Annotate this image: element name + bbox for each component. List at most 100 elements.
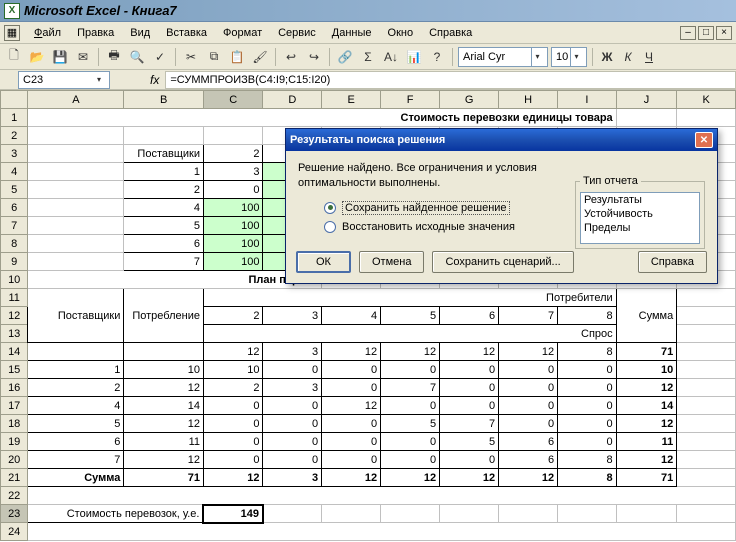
cell[interactable]: 1 [28, 361, 124, 379]
menu-tools[interactable]: Сервис [270, 25, 324, 41]
cell[interactable]: 3 [263, 307, 322, 325]
cell[interactable]: 1 [124, 163, 204, 181]
format-painter-icon[interactable]: 🖌 [250, 47, 270, 67]
help2-icon[interactable]: ? [427, 47, 447, 67]
cell[interactable]: 0 [558, 361, 617, 379]
row-8[interactable]: 8 [1, 235, 28, 253]
chevron-down-icon[interactable]: ▾ [93, 71, 105, 89]
formula-input[interactable]: =СУММПРОИЗВ(C4:I9;C15:I20) [165, 71, 736, 89]
col-B[interactable]: B [124, 91, 204, 109]
new-icon[interactable]: 🗋 [4, 47, 24, 67]
col-H[interactable]: H [499, 91, 558, 109]
cell[interactable]: 12 [616, 379, 677, 397]
row-11[interactable]: 11 [1, 289, 28, 307]
row-17[interactable]: 17 [1, 397, 28, 415]
active-cell[interactable]: 149 [203, 505, 262, 523]
cell[interactable]: 10 [616, 361, 677, 379]
row-22[interactable]: 22 [1, 487, 28, 505]
col-C[interactable]: C [203, 91, 262, 109]
cell[interactable]: 14 [616, 397, 677, 415]
cell[interactable]: 7 [381, 379, 440, 397]
cell[interactable]: 11 [616, 433, 677, 451]
cell[interactable]: 71 [616, 469, 677, 487]
dialog-titlebar[interactable]: Результаты поиска решения ✕ [286, 129, 717, 151]
cell[interactable]: 100 [203, 199, 262, 217]
fx-icon[interactable]: fx [150, 73, 159, 87]
bold-button[interactable]: Ж [598, 47, 616, 67]
list-item[interactable]: Устойчивость [581, 207, 699, 221]
cell[interactable]: 7 [440, 415, 499, 433]
cell[interactable]: 12 [381, 343, 440, 361]
cell[interactable]: 0 [203, 451, 262, 469]
cell[interactable]: 3 [263, 379, 322, 397]
cell[interactable]: 12 [124, 415, 204, 433]
cell[interactable]: 4 [124, 199, 204, 217]
cell[interactable]: 0 [203, 181, 262, 199]
menu-view[interactable]: Вид [122, 25, 158, 41]
col-F[interactable]: F [381, 91, 440, 109]
cell[interactable]: 12 [203, 343, 262, 361]
cell[interactable]: 0 [440, 397, 499, 415]
row-5[interactable]: 5 [1, 181, 28, 199]
cell[interactable]: 0 [381, 361, 440, 379]
cell[interactable]: Потребление [124, 289, 204, 343]
cell[interactable]: 6 [440, 307, 499, 325]
cell[interactable]: 5 [381, 307, 440, 325]
cell[interactable]: 100 [203, 235, 262, 253]
cell[interactable]: 0 [322, 361, 381, 379]
chart-icon[interactable]: 📊 [404, 47, 424, 67]
cell[interactable]: 6 [124, 235, 204, 253]
row-14[interactable]: 14 [1, 343, 28, 361]
cell[interactable]: 71 [124, 469, 204, 487]
row-2[interactable]: 2 [1, 127, 28, 145]
cell[interactable]: 8 [558, 469, 617, 487]
cell[interactable]: 0 [381, 397, 440, 415]
restore-icon[interactable]: □ [698, 26, 714, 40]
col-G[interactable]: G [440, 91, 499, 109]
cell[interactable]: 0 [440, 379, 499, 397]
doc-icon[interactable]: ▦ [4, 25, 20, 41]
cell[interactable]: 14 [124, 397, 204, 415]
cell[interactable]: 0 [203, 397, 262, 415]
cell[interactable]: 2 [203, 379, 262, 397]
cell[interactable]: Поставщики [124, 145, 204, 163]
cell[interactable]: 0 [499, 379, 558, 397]
open-icon[interactable]: 📂 [27, 47, 47, 67]
italic-button[interactable]: К [619, 47, 637, 67]
help-button[interactable]: Справка [638, 251, 707, 273]
row-13[interactable]: 13 [1, 325, 28, 343]
menu-format[interactable]: Формат [215, 25, 270, 41]
close-icon[interactable]: × [716, 26, 732, 40]
cell[interactable]: 2 [203, 145, 262, 163]
cell[interactable]: 12 [322, 343, 381, 361]
cell[interactable]: 3 [263, 343, 322, 361]
cell[interactable]: 0 [322, 415, 381, 433]
mail-icon[interactable]: ✉ [73, 47, 93, 67]
underline-button[interactable]: Ч [640, 47, 658, 67]
cell[interactable]: 0 [440, 451, 499, 469]
cell[interactable]: Сумма [28, 469, 124, 487]
cell[interactable]: 0 [203, 415, 262, 433]
cell[interactable]: 0 [263, 451, 322, 469]
row-19[interactable]: 19 [1, 433, 28, 451]
col-D[interactable]: D [263, 91, 322, 109]
cell[interactable]: 8 [558, 343, 617, 361]
cell[interactable]: 2 [124, 181, 204, 199]
menu-file[interactable]: ФФайлайл [26, 25, 69, 41]
cell[interactable]: 6 [499, 433, 558, 451]
menu-help[interactable]: Справка [421, 25, 480, 41]
cell[interactable]: 0 [499, 415, 558, 433]
cell[interactable]: 0 [322, 379, 381, 397]
cell[interactable]: 12 [616, 451, 677, 469]
cell[interactable]: 3 [263, 469, 322, 487]
row-23[interactable]: 23 [1, 505, 28, 523]
cell[interactable]: 12 [322, 397, 381, 415]
row-4[interactable]: 4 [1, 163, 28, 181]
cell[interactable]: 0 [499, 397, 558, 415]
cell[interactable]: 8 [558, 451, 617, 469]
row-18[interactable]: 18 [1, 415, 28, 433]
font-select[interactable]: Arial Cyr ▾ [458, 47, 548, 67]
report-listbox[interactable]: Результаты Устойчивость Пределы [580, 192, 700, 244]
cell[interactable]: 0 [499, 361, 558, 379]
save-icon[interactable]: 💾 [50, 47, 70, 67]
